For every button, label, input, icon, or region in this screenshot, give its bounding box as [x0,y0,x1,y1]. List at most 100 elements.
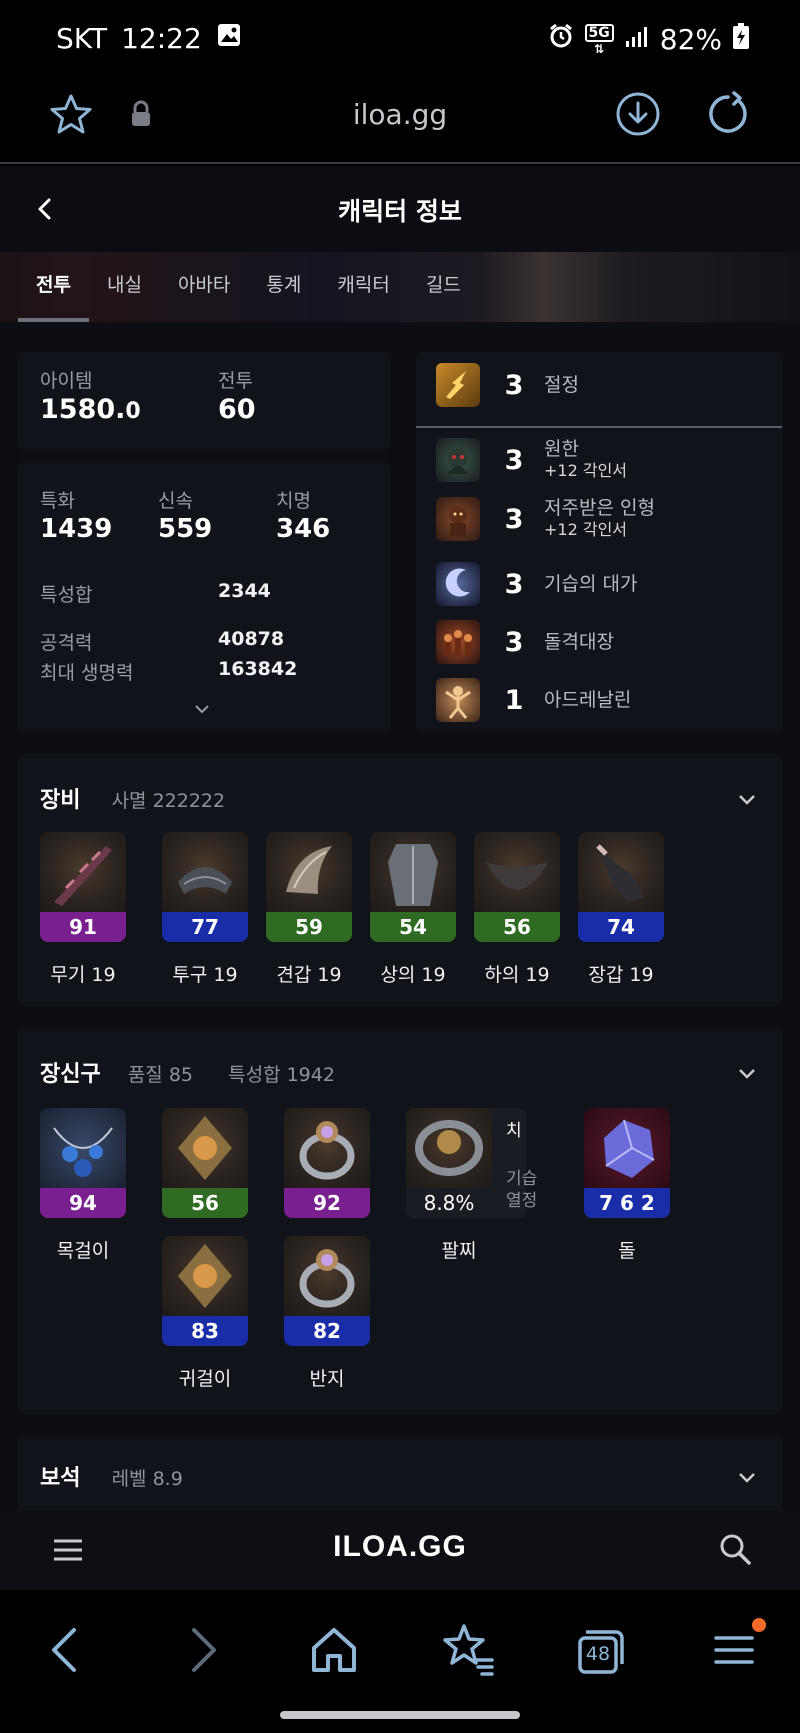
crit-label: 치명 [276,490,311,512]
notification-dot [752,1618,766,1632]
accessory-name: 목걸이 [56,1240,110,1262]
engraving-icon [436,678,480,722]
reload-icon[interactable] [704,90,752,142]
accessory-earring-2[interactable]: 83 귀걸이 [162,1236,248,1390]
site-logo[interactable]: ILOA.GG [0,1530,800,1564]
gems-title: 보석 [40,1466,81,1491]
browser-nav-bar: 48 [0,1590,800,1733]
equipment-header[interactable]: 장비 사멸 222222 [40,782,225,814]
bracelet-option-3: 열정 [506,1191,538,1211]
page-content: 캐릭터 정보 전투 내실 아바타 통계 캐릭터 길드 아이템 1580.0 전투… [0,166,800,1590]
home-indicator [280,1711,520,1719]
accessories-card: 장신구 품질 85 특성합 1942 [18,1028,782,1414]
tab-characters[interactable]: 캐릭터 [319,252,407,322]
engraving-level: 3 [504,369,524,401]
engraving-row[interactable]: 3 절정 [436,363,579,407]
earring-image [162,1108,248,1188]
download-icon[interactable] [614,90,662,142]
engraving-row[interactable]: 3 돌격대장 [436,620,614,664]
quality-badge: 83 [162,1316,248,1346]
gloves-image [578,832,664,912]
equipment-gloves[interactable]: 74 장갑 19 [578,832,664,986]
engraving-level: 1 [504,684,524,716]
equipment-pants[interactable]: 56 하의 19 [474,832,560,986]
engraving-row[interactable]: 1 아드레날린 [436,678,631,722]
attack-value: 40878 [218,628,285,650]
equipment-name: 견갑 19 [276,964,342,986]
engraving-level: 3 [504,626,524,658]
bracelet-value: 8.8% [423,1191,475,1215]
weapon-image [40,832,126,912]
accessory-necklace[interactable]: 94 목걸이 [40,1108,126,1262]
quality-badge: 59 [266,912,352,942]
accessory-ring-2[interactable]: 82 반지 [284,1236,370,1390]
accessory-name: 팔찌 [441,1240,477,1262]
ring-image [284,1236,370,1316]
gems-header[interactable]: 보석 레벨 8.9 [40,1460,183,1492]
engraving-level: 3 [504,444,524,476]
equipment-name: 무기 19 [50,964,116,986]
chevron-down-icon[interactable] [736,1062,758,1084]
swift-value: 559 [158,514,213,544]
bookmarks-icon[interactable] [438,1620,498,1680]
carrier: SKT [56,22,108,55]
tab-domain[interactable]: 내실 [89,252,160,322]
back-icon[interactable] [36,1620,96,1680]
bracelet-option-1: 치 [506,1121,522,1141]
engraving-icon [436,497,480,541]
url-bar[interactable]: iloa.gg [0,98,800,131]
tab-bar: 전투 내실 아바타 통계 캐릭터 길드 [0,252,800,322]
accessory-earring-1[interactable]: 56 [162,1108,248,1218]
summary-card: 아이템 1580.0 전투 60 [18,352,390,450]
quality-badge: 92 [284,1188,370,1218]
engraving-row[interactable]: 3 기습의 대가 [436,562,637,606]
spec-value: 1439 [40,514,113,544]
engraving-row[interactable]: 3 저주받은 인형 +12 각인서 [436,497,655,541]
browser-toolbar: iloa.gg [0,76,800,164]
quality-badge: 54 [370,912,456,942]
accessory-ring-1[interactable]: 92 [284,1108,370,1218]
tab-combat[interactable]: 전투 [18,252,89,322]
quality-badge: 94 [40,1188,126,1218]
chest-image [370,832,456,912]
accessory-name: 귀걸이 [178,1368,232,1390]
tab-avatar[interactable]: 아바타 [160,252,248,322]
expand-chevron-icon[interactable] [194,700,210,719]
page-title: 캐릭터 정보 [338,197,462,226]
engraving-name: 돌격대장 [544,631,614,653]
ability-stone[interactable]: 7 6 2 돌 [584,1108,670,1262]
engraving-name: 원한 +12 각인서 [544,438,628,480]
home-icon[interactable] [304,1620,364,1680]
tab-stats[interactable]: 통계 [248,252,319,322]
ring-image [284,1108,370,1188]
search-icon[interactable] [718,1532,752,1570]
engraving-icon [436,562,480,606]
engravings-card [416,352,782,732]
engraving-name: 아드레날린 [544,689,632,711]
swift-label: 신속 [158,490,193,512]
engraving-row[interactable]: 3 원한 +12 각인서 [436,438,627,482]
chevron-down-icon[interactable] [736,788,758,810]
accessories-header[interactable]: 장신구 품질 85 특성합 1942 [40,1056,335,1088]
equipment-chest[interactable]: 54 상의 19 [370,832,456,986]
stats-card: 특화 1439 신속 559 치명 346 특성합 2344 공격력 40878… [18,462,390,732]
engraving-name: 절정 [544,374,579,396]
equipment-shoulder[interactable]: 59 견갑 19 [266,832,352,986]
quality-badge: 74 [578,912,664,942]
forward-icon[interactable] [172,1620,232,1680]
clock: 12:22 [121,22,202,55]
total-stat-label: 특성합 [40,584,93,606]
browser-menu-icon[interactable] [704,1618,766,1680]
combat-level-value: 60 [218,394,256,425]
engraving-name: 저주받은 인형 +12 각인서 [544,497,655,539]
equipment-name: 하의 19 [484,964,550,986]
item-level-label: 아이템 [40,370,93,392]
engraving-name: 기습의 대가 [544,573,638,595]
tabs-icon[interactable]: 48 [570,1620,630,1680]
engraving-icon [436,438,480,482]
equipment-helmet[interactable]: 77 투구 19 [162,832,248,986]
equipment-weapon[interactable]: 91 무기 19 [40,832,126,986]
chevron-down-icon[interactable] [736,1466,758,1488]
tab-guild[interactable]: 길드 [408,252,479,322]
max-hp-label: 최대 생명력 [40,662,134,684]
